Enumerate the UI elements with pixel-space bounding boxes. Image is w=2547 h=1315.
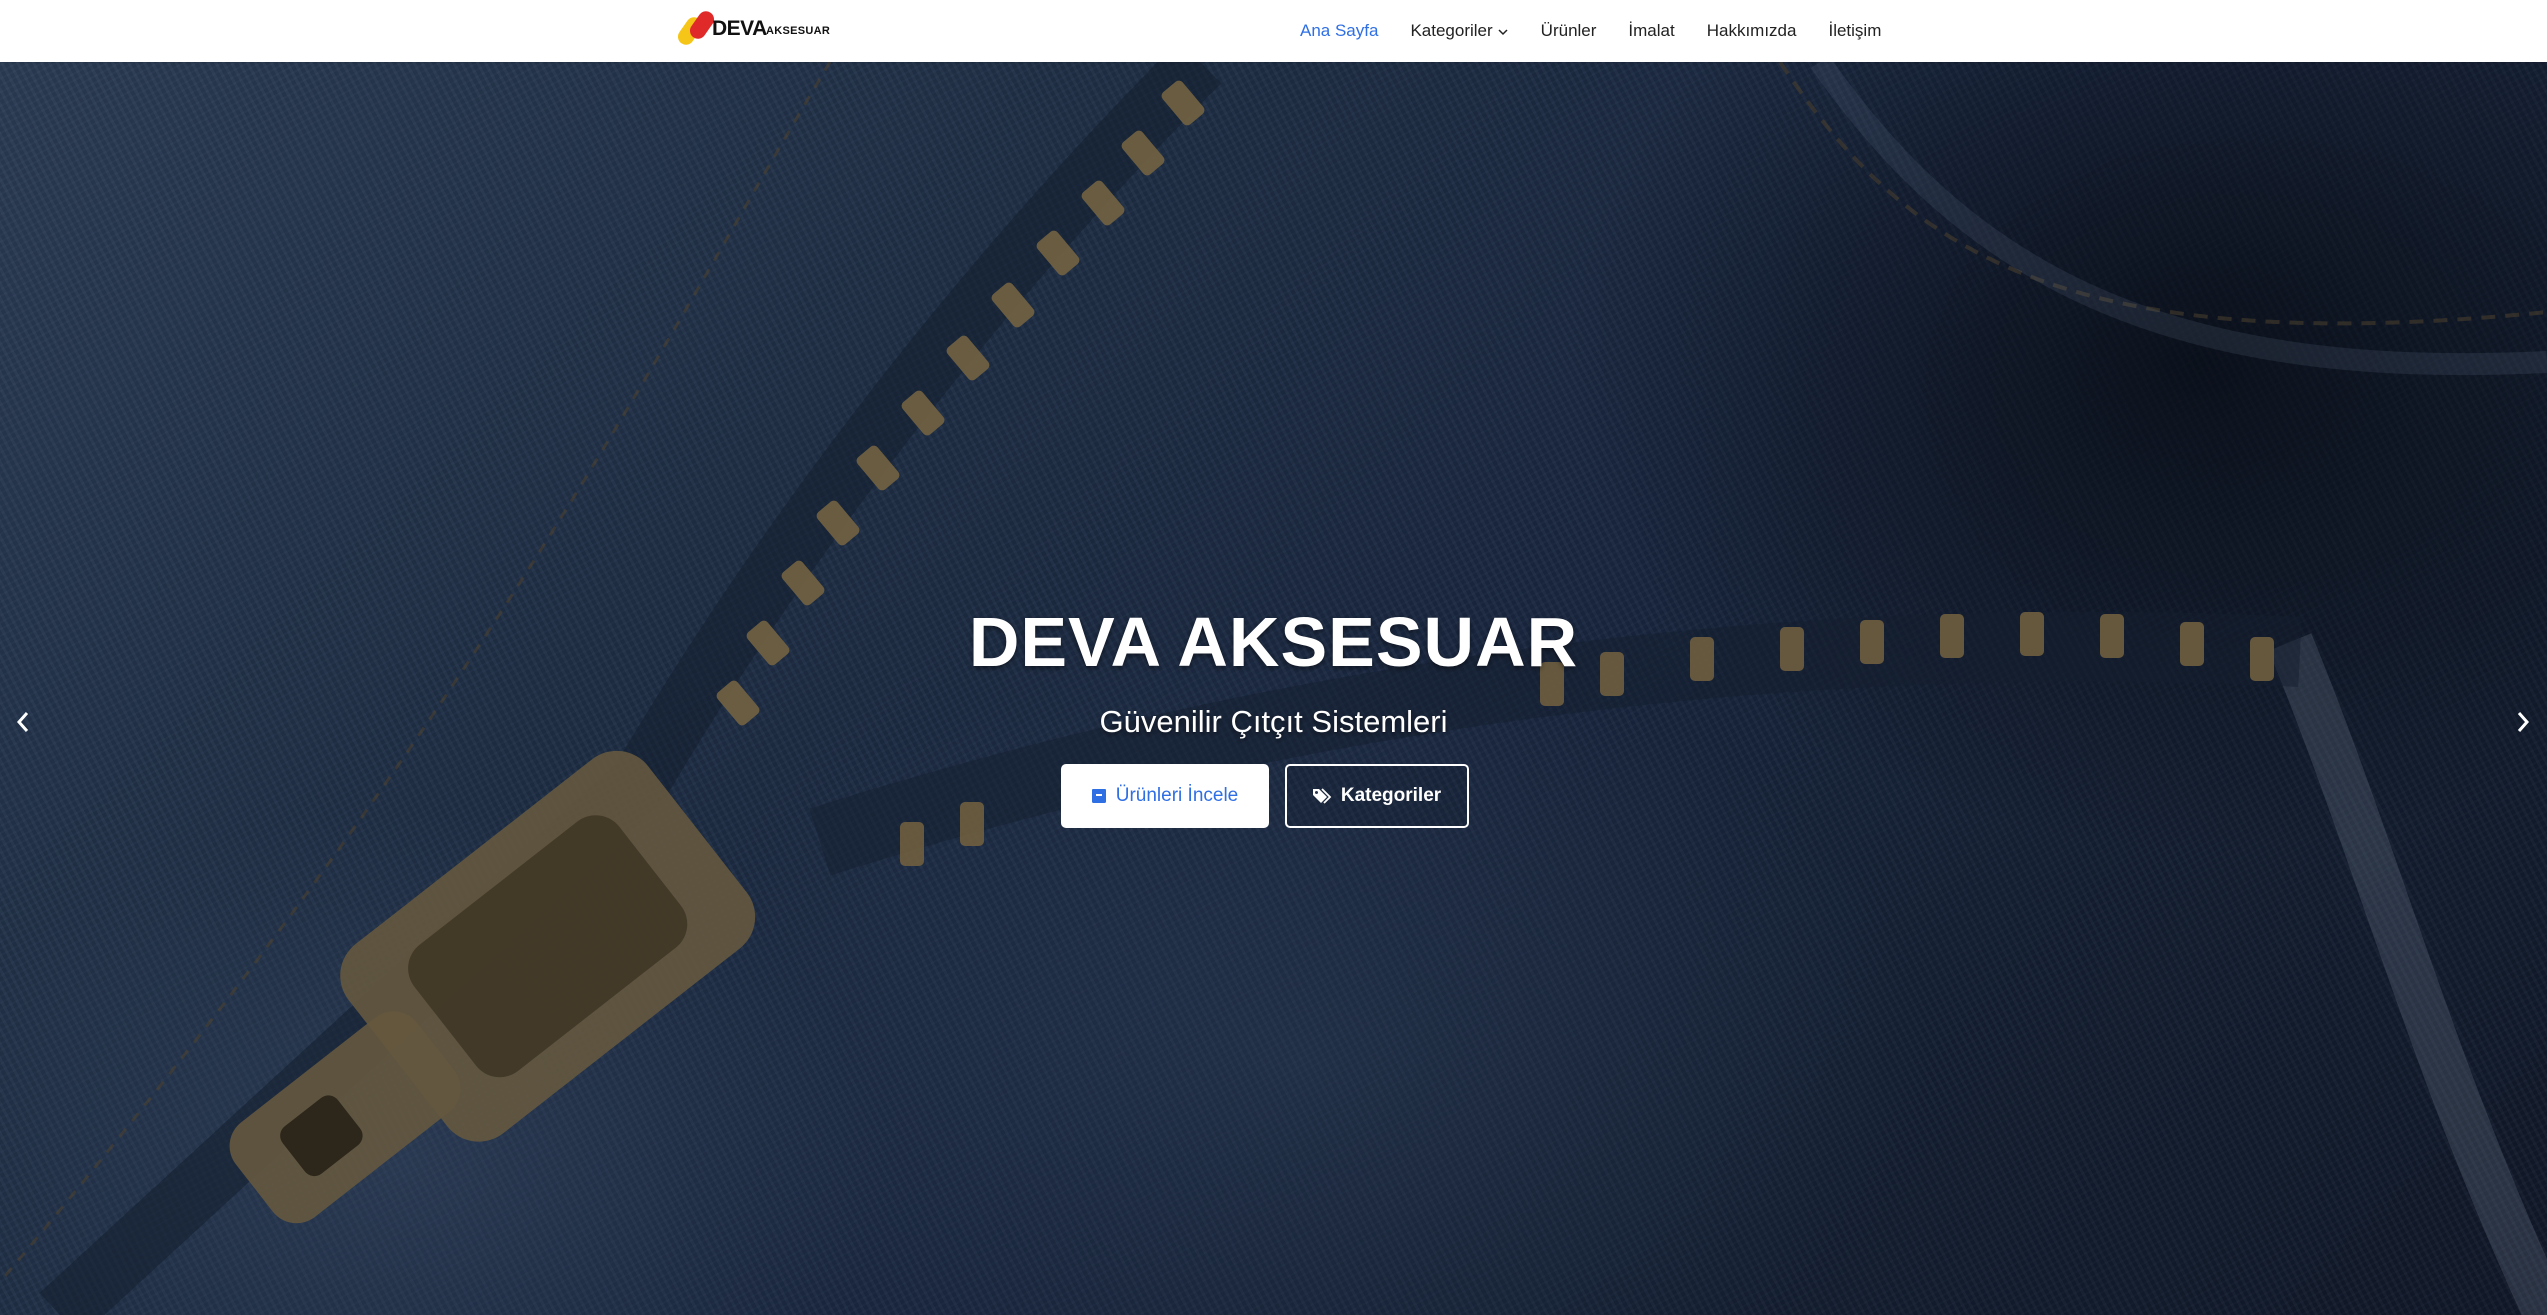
- chevron-left-icon: [16, 712, 29, 732]
- nav-link-iletisim[interactable]: İletişim: [1828, 21, 1881, 41]
- nav-item-categories: Kategoriler: [1410, 21, 1508, 41]
- carousel-prev-button[interactable]: [3, 702, 43, 742]
- logo-name: DEVA: [712, 17, 767, 40]
- nav-link-imalat[interactable]: İmalat: [1628, 21, 1674, 41]
- nav-link-hakkimizda[interactable]: Hakkımızda: [1707, 21, 1797, 41]
- nav-link-kategoriler-label: Kategoriler: [1410, 21, 1493, 40]
- nav-link-ana-sayfa[interactable]: Ana Sayfa: [1300, 21, 1378, 41]
- hero-caption: DEVA AKSESUAR Güvenilir Çıtçıt Sistemler…: [0, 602, 2547, 828]
- browse-products-label: Ürünleri İncele: [1115, 785, 1239, 806]
- nav-link-urunler[interactable]: Ürünler: [1541, 21, 1597, 41]
- hero-carousel: DEVA AKSESUAR Güvenilir Çıtçıt Sistemler…: [0, 62, 2547, 1315]
- categories-label: Kategoriler: [1340, 785, 1442, 806]
- hero-title: DEVA AKSESUAR: [968, 603, 1579, 681]
- nav-item-home: Ana Sayfa: [1300, 21, 1378, 41]
- box-icon: [1091, 789, 1106, 803]
- nav-item-contact: İletişim: [1828, 21, 1881, 41]
- nav-item-manufacturing: İmalat: [1628, 21, 1674, 41]
- chevron-down-icon: [1498, 29, 1508, 36]
- hero-subtitle: Güvenilir Çıtçıt Sistemleri: [1099, 704, 1448, 739]
- navbar: DEVA AKSESUAR Ana Sayfa Kategoriler Ürün…: [0, 0, 2547, 62]
- chevron-right-icon: [2517, 712, 2530, 732]
- browse-products-button[interactable]: Ürünleri İncele: [1060, 764, 1269, 828]
- hero-buttons: Ürünleri İncele Kategoriler: [0, 764, 2547, 828]
- tags-icon: [1312, 788, 1332, 804]
- main-nav: Ana Sayfa Kategoriler Ürünler İmalat Hak…: [1300, 0, 1881, 62]
- nav-link-kategoriler[interactable]: Kategoriler: [1410, 21, 1508, 41]
- nav-item-about: Hakkımızda: [1707, 21, 1797, 41]
- categories-button[interactable]: Kategoriler: [1284, 764, 1469, 828]
- carousel-next-button[interactable]: [2503, 702, 2543, 742]
- brand-logo[interactable]: DEVA AKSESUAR: [676, 6, 836, 48]
- logo-tagline: AKSESUAR: [766, 25, 831, 37]
- nav-item-products: Ürünler: [1541, 21, 1597, 41]
